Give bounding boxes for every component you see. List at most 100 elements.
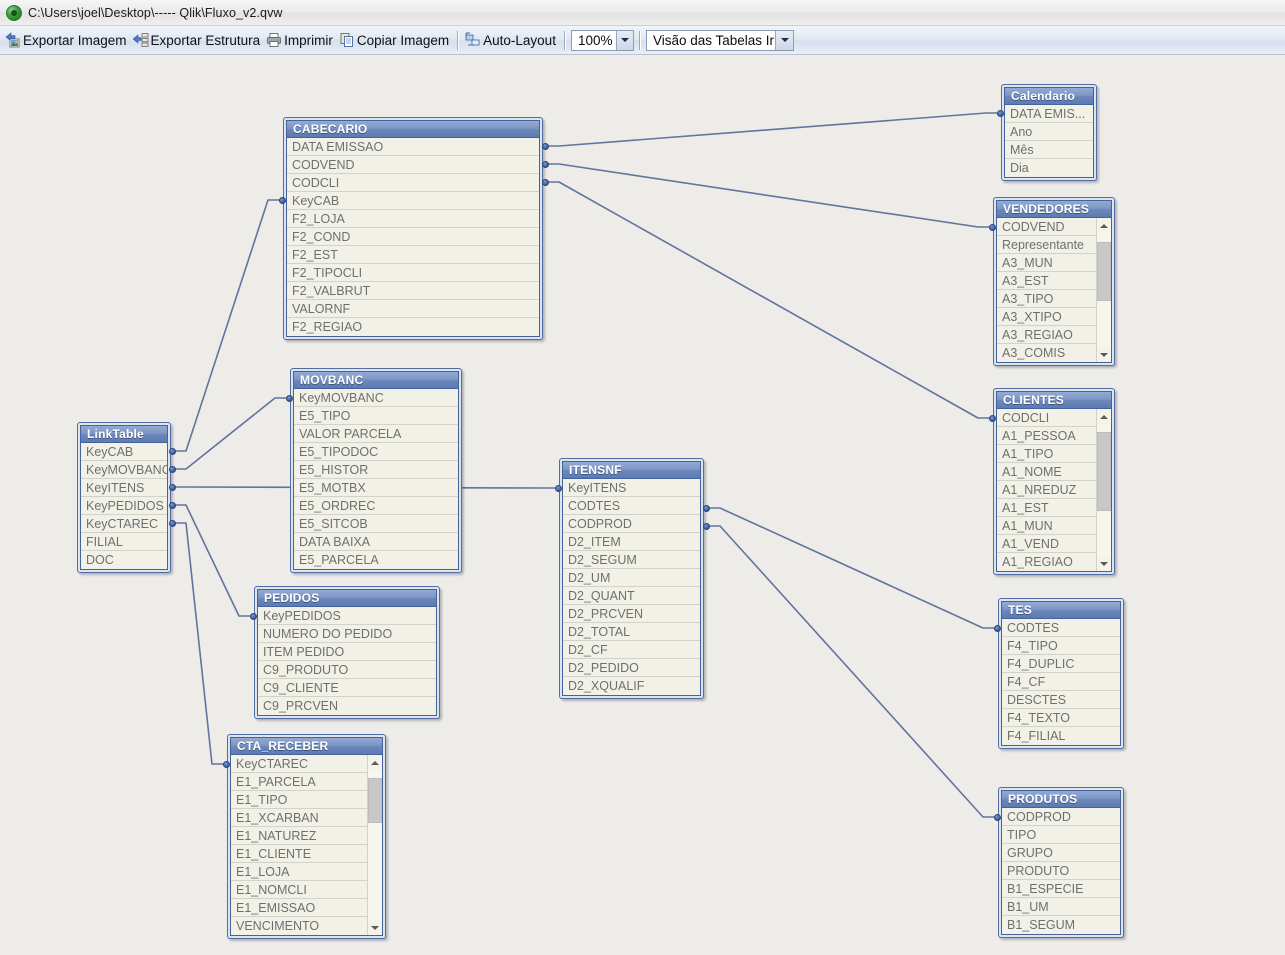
link-line[interactable] [706, 525, 997, 818]
field-row[interactable]: CODTES [563, 497, 700, 515]
connector-dot-target[interactable] [554, 484, 562, 492]
scrollbar-thumb[interactable] [1097, 242, 1111, 302]
connector-dot-target[interactable] [996, 109, 1004, 117]
scrollbar-track[interactable] [1097, 233, 1111, 347]
field-row[interactable]: CODVEND [287, 156, 539, 174]
connector-dot-source[interactable] [168, 483, 176, 491]
link-line[interactable] [172, 522, 226, 765]
field-row[interactable]: F2_EST [287, 246, 539, 264]
table-produtos[interactable]: PRODUTOS CODPROD TIPO GRUPO PRODUTO B1_ESPECI… [998, 787, 1124, 938]
table-cabecario[interactable]: CABECARIO DATA EMISSAO CODVEND CODCLI KeyCAB… [283, 117, 543, 340]
field-row[interactable]: DATA EMISSAO [287, 138, 539, 156]
field-row[interactable]: A3_TIPO [997, 290, 1096, 308]
table-linktable[interactable]: LinkTable KeyCAB KeyMOVBANC KeyITENS KeyPEDI… [77, 422, 171, 573]
table-clientes[interactable]: CLIENTES CODCLI A1_PESSOA A1_TIPO A1_NOME A1_… [993, 388, 1115, 575]
field-row[interactable]: KeyMOVBANC [294, 389, 458, 407]
table-vendedores[interactable]: VENDEDORES CODVEND Representante A3_MUN A3_E… [993, 197, 1115, 366]
table-calendario[interactable]: Calendario DATA EMIS... Ano Mês Dia [1001, 84, 1097, 181]
export-image-button[interactable]: Exportar Imagem [3, 29, 131, 52]
print-button[interactable]: Imprimir [264, 29, 337, 52]
field-row[interactable]: E5_PARCELA [294, 551, 458, 569]
field-row[interactable]: DATA BAIXA [294, 533, 458, 551]
scroll-down-icon[interactable] [368, 920, 382, 935]
connector-dot-source[interactable] [168, 501, 176, 509]
scroll-down-icon[interactable] [1097, 556, 1111, 571]
field-row[interactable]: B1_UM [1002, 898, 1120, 916]
field-row[interactable]: D2_XQUALIF [563, 677, 700, 695]
table-header-movbanc[interactable]: MOVBANC [293, 371, 459, 388]
field-row[interactable]: D2_PRCVEN [563, 605, 700, 623]
field-row[interactable]: C9_CLIENTE [258, 679, 436, 697]
field-row[interactable]: A1_REGIAO [997, 553, 1096, 571]
field-row[interactable]: Dia [1005, 159, 1093, 177]
link-line[interactable] [172, 199, 282, 452]
connector-dot-source[interactable] [702, 504, 710, 512]
connector-dot-target[interactable] [249, 612, 257, 620]
field-row[interactable]: D2_CF [563, 641, 700, 659]
scrollbar-track[interactable] [368, 770, 382, 920]
field-row[interactable]: KeyPEDIDOS [81, 497, 167, 515]
connector-dot-source[interactable] [541, 160, 549, 168]
scroll-up-icon[interactable] [1097, 409, 1111, 424]
connector-dot-source[interactable] [168, 519, 176, 527]
link-line[interactable] [545, 112, 1000, 147]
table-itensnf[interactable]: ITENSNF KeyITENS CODTES CODPROD D2_ITEM D2_SE… [559, 458, 704, 699]
field-row[interactable]: A3_COMIS [997, 344, 1096, 362]
scroll-up-icon[interactable] [368, 755, 382, 770]
field-row[interactable]: F4_TEXTO [1002, 709, 1120, 727]
auto-layout-button[interactable]: Auto-Layout [463, 29, 560, 52]
field-row[interactable]: KeyCTAREC [81, 515, 167, 533]
table-pedidos[interactable]: PEDIDOS KeyPEDIDOS NUMERO DO PEDIDO ITEM PE… [254, 586, 440, 719]
field-row[interactable]: KeyITENS [563, 479, 700, 497]
field-row[interactable]: E1_PARCELA [231, 773, 367, 791]
chevron-down-icon-2[interactable] [775, 30, 793, 50]
field-row[interactable]: F2_REGIAO [287, 318, 539, 336]
table-header-linktable[interactable]: LinkTable [80, 425, 168, 442]
link-line[interactable] [706, 507, 997, 629]
field-row[interactable]: F4_CF [1002, 673, 1120, 691]
field-row[interactable]: D2_ITEM [563, 533, 700, 551]
field-row[interactable]: E5_TIPO [294, 407, 458, 425]
field-row[interactable]: F2_VALBRUT [287, 282, 539, 300]
field-row[interactable]: B1_ESPECIE [1002, 880, 1120, 898]
table-header-itensnf[interactable]: ITENSNF [562, 461, 701, 478]
field-row[interactable]: CODPROD [563, 515, 700, 533]
field-row[interactable]: DATA EMIS... [1005, 105, 1093, 123]
field-row[interactable]: D2_QUANT [563, 587, 700, 605]
zoom-level-select[interactable]: 100% [570, 29, 634, 51]
field-row[interactable]: F2_LOJA [287, 210, 539, 228]
table-header-produtos[interactable]: PRODUTOS [1001, 790, 1121, 807]
field-row[interactable]: NUMERO DO PEDIDO [258, 625, 436, 643]
field-row[interactable]: A1_TIPO [997, 445, 1096, 463]
link-line[interactable] [545, 181, 992, 419]
field-row[interactable]: A1_NOME [997, 463, 1096, 481]
field-row[interactable]: A1_NREDUZ [997, 481, 1096, 499]
field-row[interactable]: F2_COND [287, 228, 539, 246]
link-line[interactable] [545, 163, 992, 228]
field-row[interactable]: B1_SEGUM [1002, 916, 1120, 934]
table-tes[interactable]: TES CODTES F4_TIPO F4_DUPLIC F4_CF DESCTES F4_… [998, 598, 1124, 749]
field-row[interactable]: D2_PEDIDO [563, 659, 700, 677]
connector-dot-target[interactable] [993, 813, 1001, 821]
link-line[interactable] [172, 397, 289, 470]
table-header-cta_receber[interactable]: CTA_RECEBER [230, 737, 383, 754]
field-row[interactable]: A1_VEND [997, 535, 1096, 553]
field-row[interactable]: CODTES [1002, 619, 1120, 637]
field-row[interactable]: A1_PESSOA [997, 427, 1096, 445]
connector-dot-source[interactable] [702, 522, 710, 530]
table-header-vendedores[interactable]: VENDEDORES [996, 200, 1112, 217]
field-row[interactable]: E1_XCARBAN [231, 809, 367, 827]
field-row[interactable]: E1_LOJA [231, 863, 367, 881]
connector-dot-target[interactable] [988, 223, 996, 231]
field-row[interactable]: E1_TIPO [231, 791, 367, 809]
field-row[interactable]: A3_REGIAO [997, 326, 1096, 344]
field-row[interactable]: C9_PRCVEN [258, 697, 436, 715]
table-header-calendario[interactable]: Calendario [1004, 87, 1094, 104]
field-row[interactable]: F4_TIPO [1002, 637, 1120, 655]
field-row[interactable]: D2_SEGUM [563, 551, 700, 569]
field-row[interactable]: TIPO [1002, 826, 1120, 844]
field-row[interactable]: KeyCTAREC [231, 755, 367, 773]
field-row[interactable]: Mês [1005, 141, 1093, 159]
field-row[interactable]: E5_HISTOR [294, 461, 458, 479]
field-row[interactable]: DESCTES [1002, 691, 1120, 709]
